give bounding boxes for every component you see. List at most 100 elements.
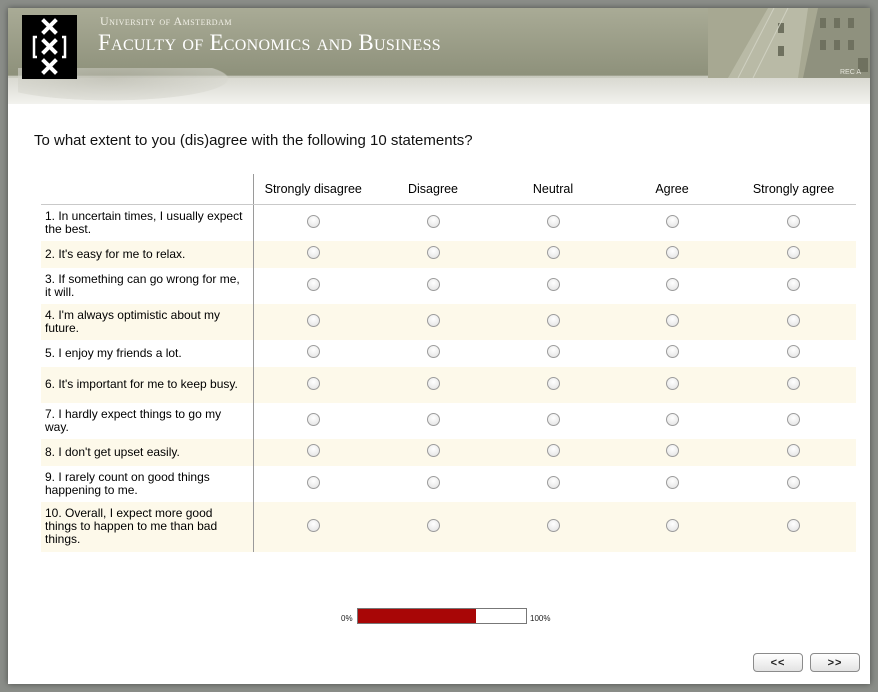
radio-button[interactable] xyxy=(787,313,800,327)
radio-button[interactable] xyxy=(546,475,560,489)
radio-cell xyxy=(731,240,856,268)
statement-text: 6. It's important for me to keep busy. xyxy=(41,366,254,403)
progress-fill xyxy=(358,609,476,623)
radio-button[interactable] xyxy=(665,277,679,291)
radio-button[interactable] xyxy=(665,345,679,358)
radio-button[interactable] xyxy=(426,246,440,259)
radio-cell xyxy=(253,402,373,439)
radio-button[interactable] xyxy=(546,444,560,457)
radio-cell xyxy=(373,303,493,340)
statement-row: 9. I rarely count on good things happeni… xyxy=(41,465,856,502)
radio-button[interactable] xyxy=(426,277,440,291)
radio-cell xyxy=(373,501,493,552)
radio-button[interactable] xyxy=(787,412,800,426)
radio-cell xyxy=(373,339,493,367)
radio-cell xyxy=(613,240,731,268)
radio-cell xyxy=(731,402,856,439)
column-header: Strongly disagree xyxy=(253,174,373,205)
building-photo: REC A xyxy=(708,8,870,79)
next-button[interactable]: >> xyxy=(810,653,860,672)
radio-button[interactable] xyxy=(787,246,800,259)
radio-cell xyxy=(373,438,493,466)
statement-row: 10. Overall, I expect more good things t… xyxy=(41,501,856,552)
radio-cell xyxy=(493,438,613,466)
radio-cell xyxy=(613,303,731,340)
radio-button[interactable] xyxy=(546,313,560,327)
progress-end-label: 100% xyxy=(530,614,551,623)
radio-button[interactable] xyxy=(665,475,679,489)
radio-cell xyxy=(493,303,613,340)
radio-button[interactable] xyxy=(546,376,560,390)
statement-row: 2. It's easy for me to relax. xyxy=(41,240,856,268)
radio-button[interactable] xyxy=(306,518,320,532)
radio-cell xyxy=(493,204,613,241)
faculty-name: Faculty of Economics and Business xyxy=(98,30,441,55)
radio-cell xyxy=(373,366,493,403)
radio-cell xyxy=(253,501,373,552)
statement-text: 2. It's easy for me to relax. xyxy=(41,240,254,268)
radio-button[interactable] xyxy=(546,518,560,532)
radio-button[interactable] xyxy=(546,246,560,259)
radio-button[interactable] xyxy=(426,376,440,390)
radio-button[interactable] xyxy=(306,444,320,457)
statement-text: 3. If something can go wrong for me, it … xyxy=(41,267,254,304)
radio-cell xyxy=(253,366,373,403)
radio-button[interactable] xyxy=(787,376,800,390)
radio-button[interactable] xyxy=(787,444,800,457)
radio-button[interactable] xyxy=(787,518,800,532)
radio-button[interactable] xyxy=(665,313,679,327)
radio-button[interactable] xyxy=(426,214,440,228)
radio-button[interactable] xyxy=(306,277,320,291)
radio-button[interactable] xyxy=(426,475,440,489)
radio-button[interactable] xyxy=(665,376,679,390)
radio-cell xyxy=(731,465,856,502)
radio-button[interactable] xyxy=(787,277,800,291)
radio-button[interactable] xyxy=(426,518,440,532)
radio-button[interactable] xyxy=(665,214,679,228)
statement-row: 1. In uncertain times, I usually expect … xyxy=(41,204,856,241)
radio-button[interactable] xyxy=(426,444,440,457)
radio-button[interactable] xyxy=(306,345,320,358)
statement-text: 4. I'm always optimistic about my future… xyxy=(41,303,254,340)
radio-cell xyxy=(613,438,731,466)
radio-button[interactable] xyxy=(665,412,679,426)
radio-cell xyxy=(373,465,493,502)
radio-button[interactable] xyxy=(546,214,560,228)
radio-cell xyxy=(253,204,373,241)
radio-button[interactable] xyxy=(546,412,560,426)
radio-button[interactable] xyxy=(426,313,440,327)
radio-button[interactable] xyxy=(665,518,679,532)
statement-text: 5. I enjoy my friends a lot. xyxy=(41,339,254,367)
radio-button[interactable] xyxy=(546,345,560,358)
radio-button[interactable] xyxy=(787,475,800,489)
survey-window: University of Amsterdam Faculty of Econo… xyxy=(8,8,870,684)
radio-button[interactable] xyxy=(665,444,679,457)
radio-button[interactable] xyxy=(306,246,320,259)
statement-row: 4. I'm always optimistic about my future… xyxy=(41,303,856,340)
radio-cell xyxy=(731,366,856,403)
radio-cell xyxy=(253,303,373,340)
radio-cell xyxy=(613,465,731,502)
radio-cell xyxy=(373,267,493,304)
radio-cell xyxy=(731,267,856,304)
statement-row: 6. It's important for me to keep busy. xyxy=(41,366,856,403)
radio-button[interactable] xyxy=(306,412,320,426)
radio-button[interactable] xyxy=(306,313,320,327)
radio-cell xyxy=(613,267,731,304)
matrix-corner xyxy=(41,174,254,205)
radio-button[interactable] xyxy=(426,412,440,426)
radio-button[interactable] xyxy=(787,345,800,358)
radio-cell xyxy=(253,339,373,367)
back-button[interactable]: << xyxy=(753,653,803,672)
radio-button[interactable] xyxy=(306,475,320,489)
column-header: Agree xyxy=(613,174,731,205)
radio-button[interactable] xyxy=(426,345,440,358)
radio-cell xyxy=(613,339,731,367)
radio-button[interactable] xyxy=(306,214,320,228)
radio-button[interactable] xyxy=(546,277,560,291)
radio-button[interactable] xyxy=(787,214,800,228)
page-header: University of Amsterdam Faculty of Econo… xyxy=(8,8,870,104)
radio-button[interactable] xyxy=(665,246,679,259)
radio-button[interactable] xyxy=(306,376,320,390)
radio-cell xyxy=(493,267,613,304)
